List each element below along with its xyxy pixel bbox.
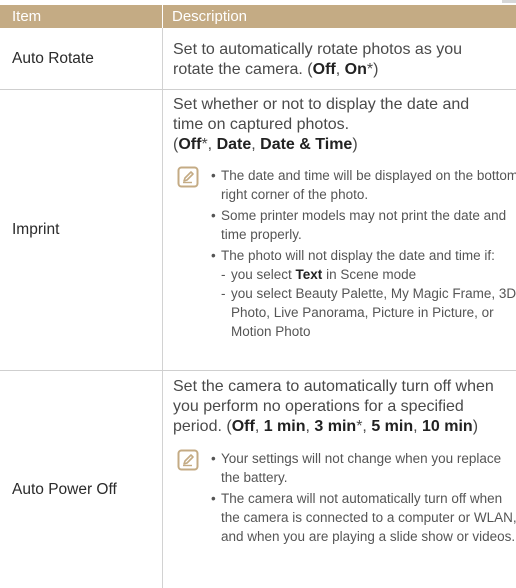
table-row: Imprint Set whether or not to display th… xyxy=(0,90,516,371)
header-divider xyxy=(162,5,163,28)
note-item: The photo will not display the date and … xyxy=(211,246,516,341)
note-pencil-icon xyxy=(177,166,199,188)
row-item-label: Auto Power Off xyxy=(12,481,117,498)
note-list: Your settings will not change when you r… xyxy=(211,449,516,548)
table-row: Auto Rotate Set to automatically rotate … xyxy=(0,28,516,90)
row-item-label: Auto Rotate xyxy=(12,50,94,67)
page-corner-mark xyxy=(502,0,516,3)
note-subitem: you select Beauty Palette, My Magic Fram… xyxy=(221,284,516,341)
note-pencil-icon xyxy=(177,449,199,471)
note-subitem: you select Text in Scene mode xyxy=(221,265,516,284)
row-description: Set the camera to automatically turn off… xyxy=(173,378,494,435)
note-item: The camera will not automatically turn o… xyxy=(211,489,516,546)
note-item: Your settings will not change when you r… xyxy=(211,449,516,487)
note-list: The date and time will be displayed on t… xyxy=(211,166,516,343)
header-item: Item xyxy=(12,8,42,25)
table-header: Item Description xyxy=(0,5,516,28)
row-item-label: Imprint xyxy=(12,221,60,238)
note-item: The date and time will be displayed on t… xyxy=(211,166,516,204)
row-description: Set whether or not to display the date a… xyxy=(173,96,470,153)
note-item: Some printer models may not print the da… xyxy=(211,206,516,244)
row-description: Set to automatically rotate photos as yo… xyxy=(173,41,463,78)
header-description: Description xyxy=(172,8,248,25)
table-row: Auto Power Off Set the camera to automat… xyxy=(0,371,516,588)
